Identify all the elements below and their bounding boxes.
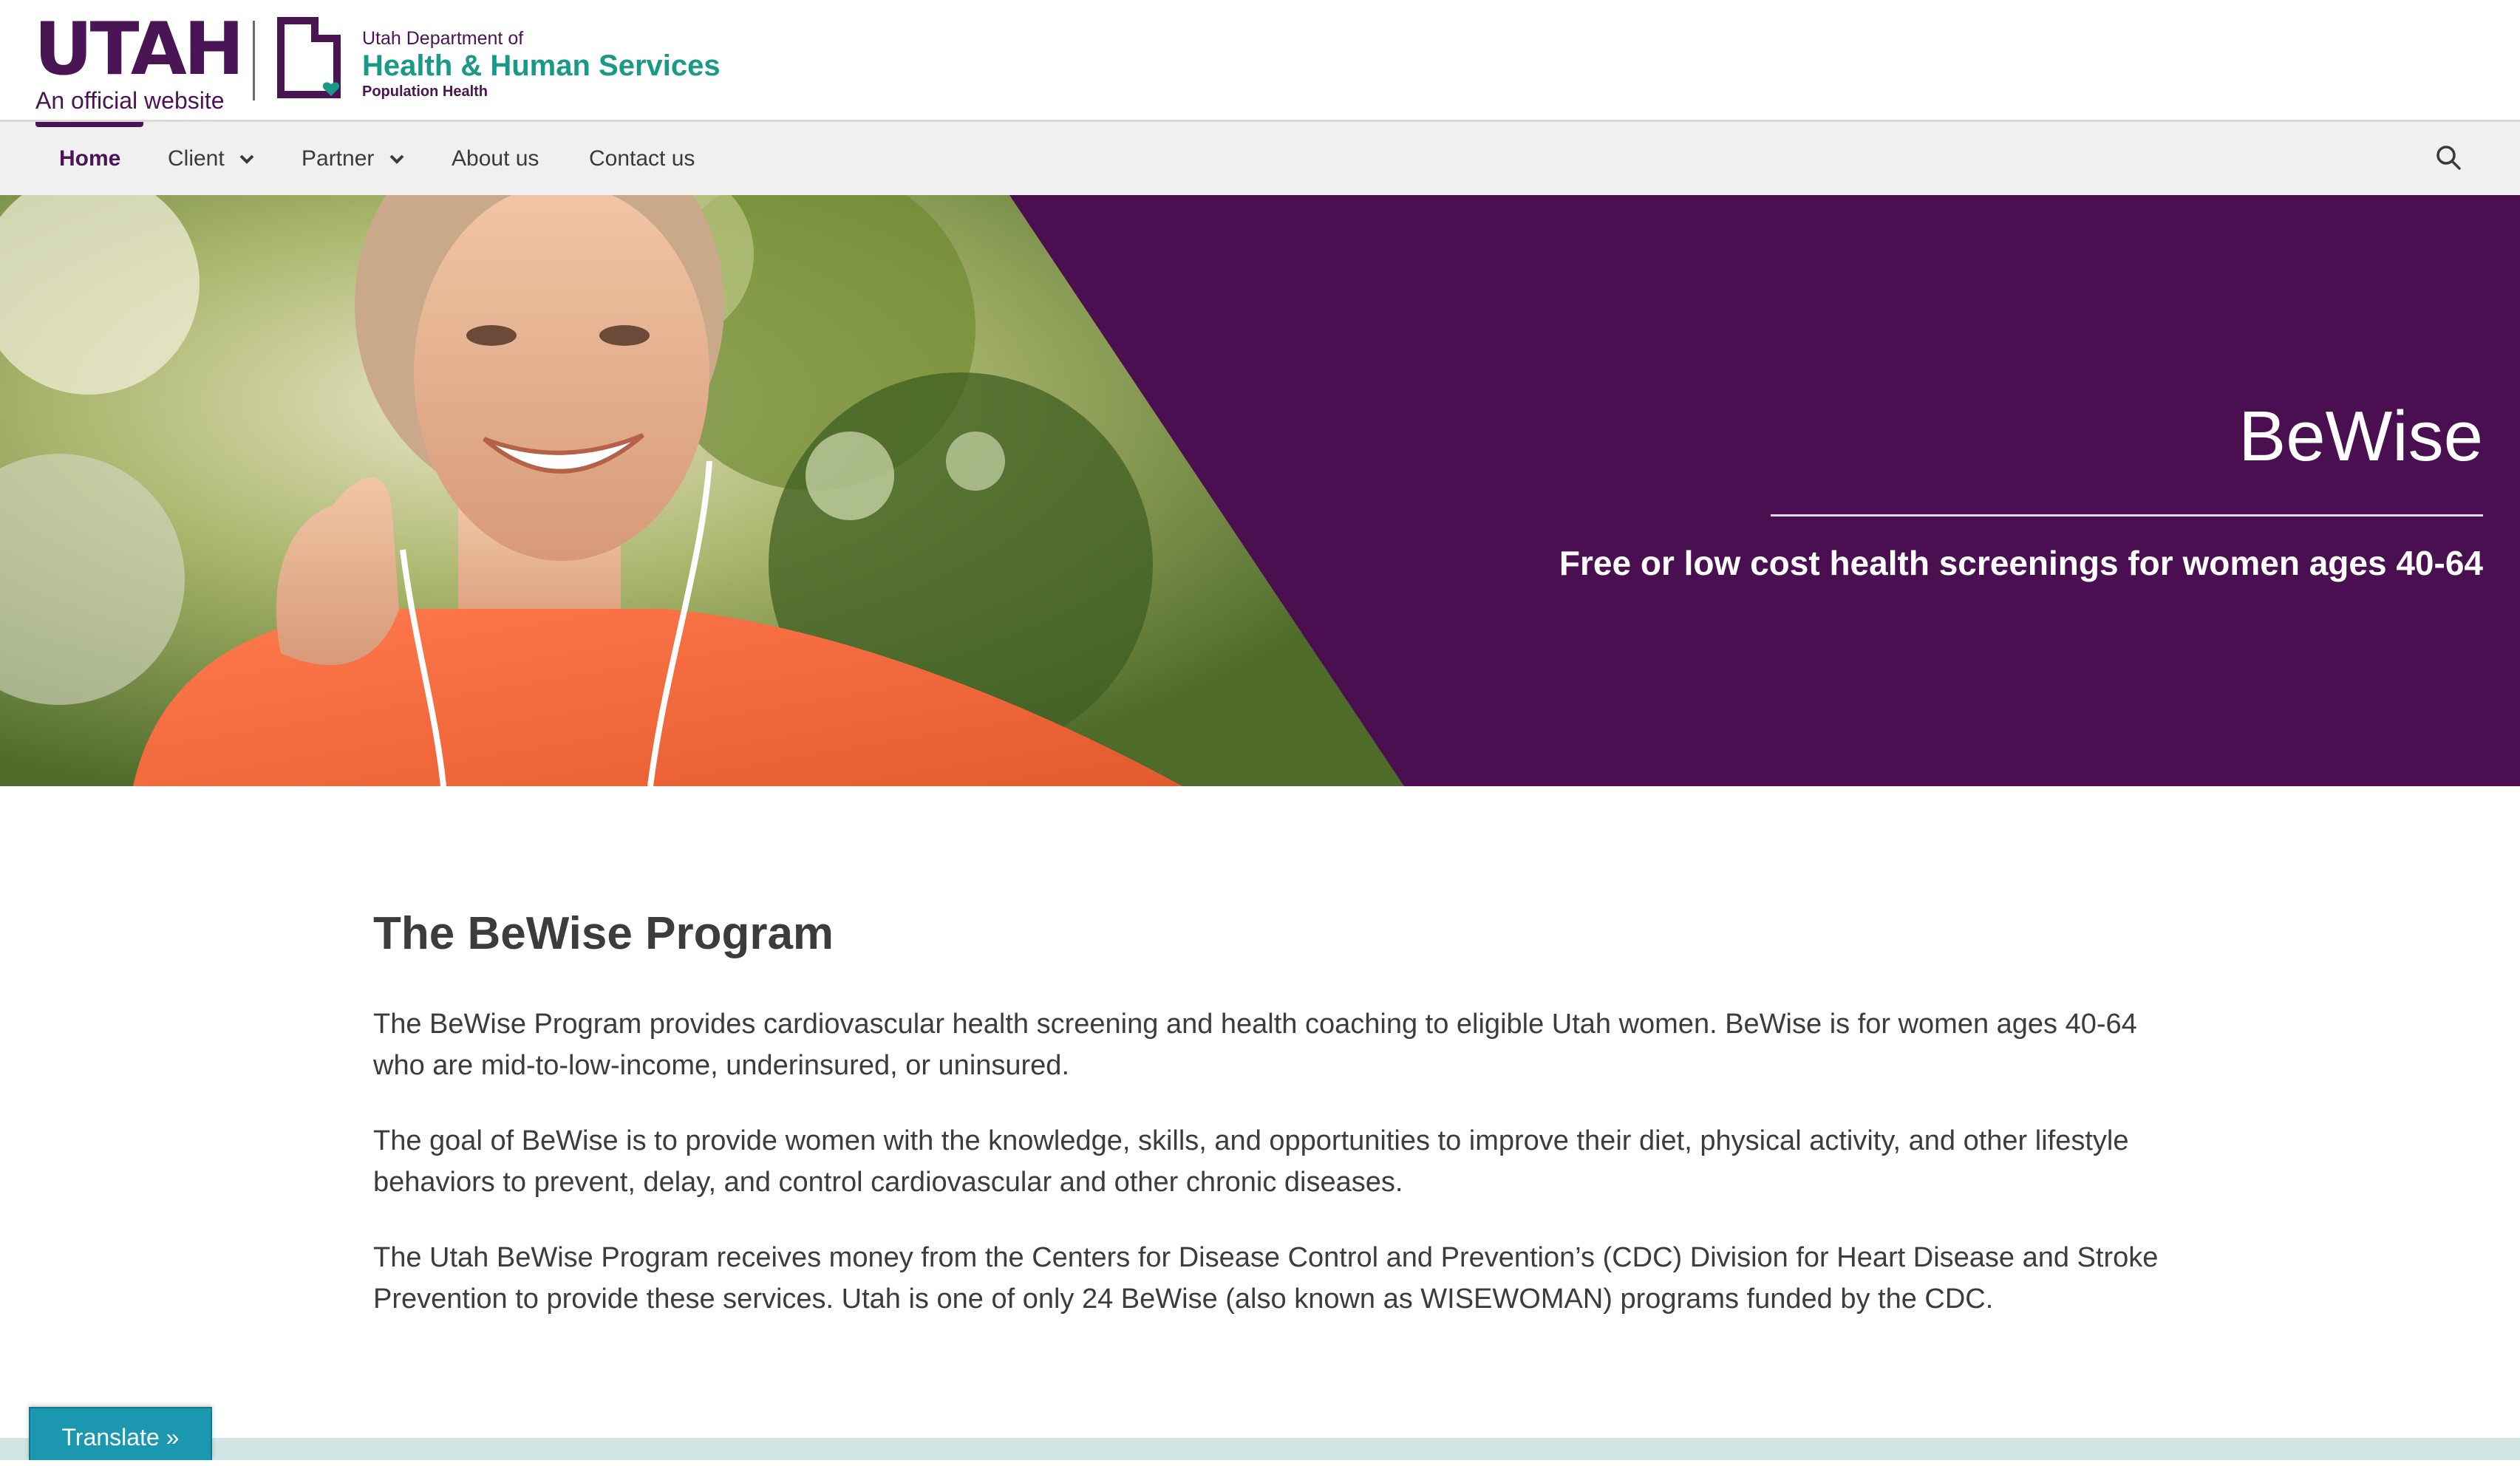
search-icon[interactable] bbox=[2436, 145, 2461, 170]
nav-item-client[interactable]: Client bbox=[168, 122, 254, 195]
hero-divider bbox=[1771, 514, 2483, 516]
hero-subtitle: Free or low cost health screenings for w… bbox=[1559, 544, 2483, 582]
nav-item-label: About us bbox=[452, 146, 539, 171]
dhhs-logo-text[interactable]: Utah Department of Health & Human Servic… bbox=[362, 28, 721, 100]
dept-line1: Utah Department of bbox=[362, 28, 524, 49]
dept-line2: Health & Human Services bbox=[362, 50, 721, 82]
nav-item-label: Partner bbox=[302, 146, 375, 171]
dept-line3: Population Health bbox=[362, 83, 488, 100]
site-header: UTAH An official website Utah Department… bbox=[0, 0, 2520, 122]
hero-banner: BeWise Free or low cost health screening… bbox=[0, 195, 2520, 786]
nav-item-about-us[interactable]: About us bbox=[452, 122, 539, 195]
paragraph: The BeWise Program provides cardiovascul… bbox=[373, 1009, 2137, 1081]
nav-item-partner[interactable]: Partner bbox=[302, 122, 404, 195]
hero-photo bbox=[0, 195, 1404, 786]
page-heading: The BeWise Program bbox=[373, 908, 834, 959]
utah-logo-subtitle: An official website bbox=[35, 87, 225, 114]
nav-item-label: Home bbox=[59, 146, 121, 171]
utah-logo-word: UTAH bbox=[34, 7, 245, 92]
footer-strip bbox=[0, 1438, 2520, 1460]
nav-item-label: Client bbox=[168, 146, 225, 171]
logo-divider bbox=[253, 21, 255, 100]
nav-item-home[interactable]: Home bbox=[59, 122, 120, 195]
hero-title: BeWise bbox=[2238, 397, 2483, 476]
main-content: The BeWise Program The BeWise Program pr… bbox=[373, 900, 2162, 1354]
paragraph: The goal of BeWise is to provide women w… bbox=[373, 1125, 2129, 1198]
utah-state-outline-icon[interactable] bbox=[275, 16, 353, 102]
nav-item-label: Contact us bbox=[589, 146, 695, 171]
utah-logo[interactable]: UTAH An official website bbox=[34, 13, 245, 114]
translate-button[interactable]: Translate » bbox=[29, 1407, 212, 1460]
paragraph: The Utah BeWise Program receives money f… bbox=[373, 1242, 2159, 1315]
chevron-down-icon bbox=[389, 154, 404, 164]
chevron-down-icon bbox=[239, 154, 254, 164]
nav-item-contact-us[interactable]: Contact us bbox=[589, 122, 695, 195]
main-nav: Home Client Partner About us Contact us bbox=[0, 122, 2520, 195]
